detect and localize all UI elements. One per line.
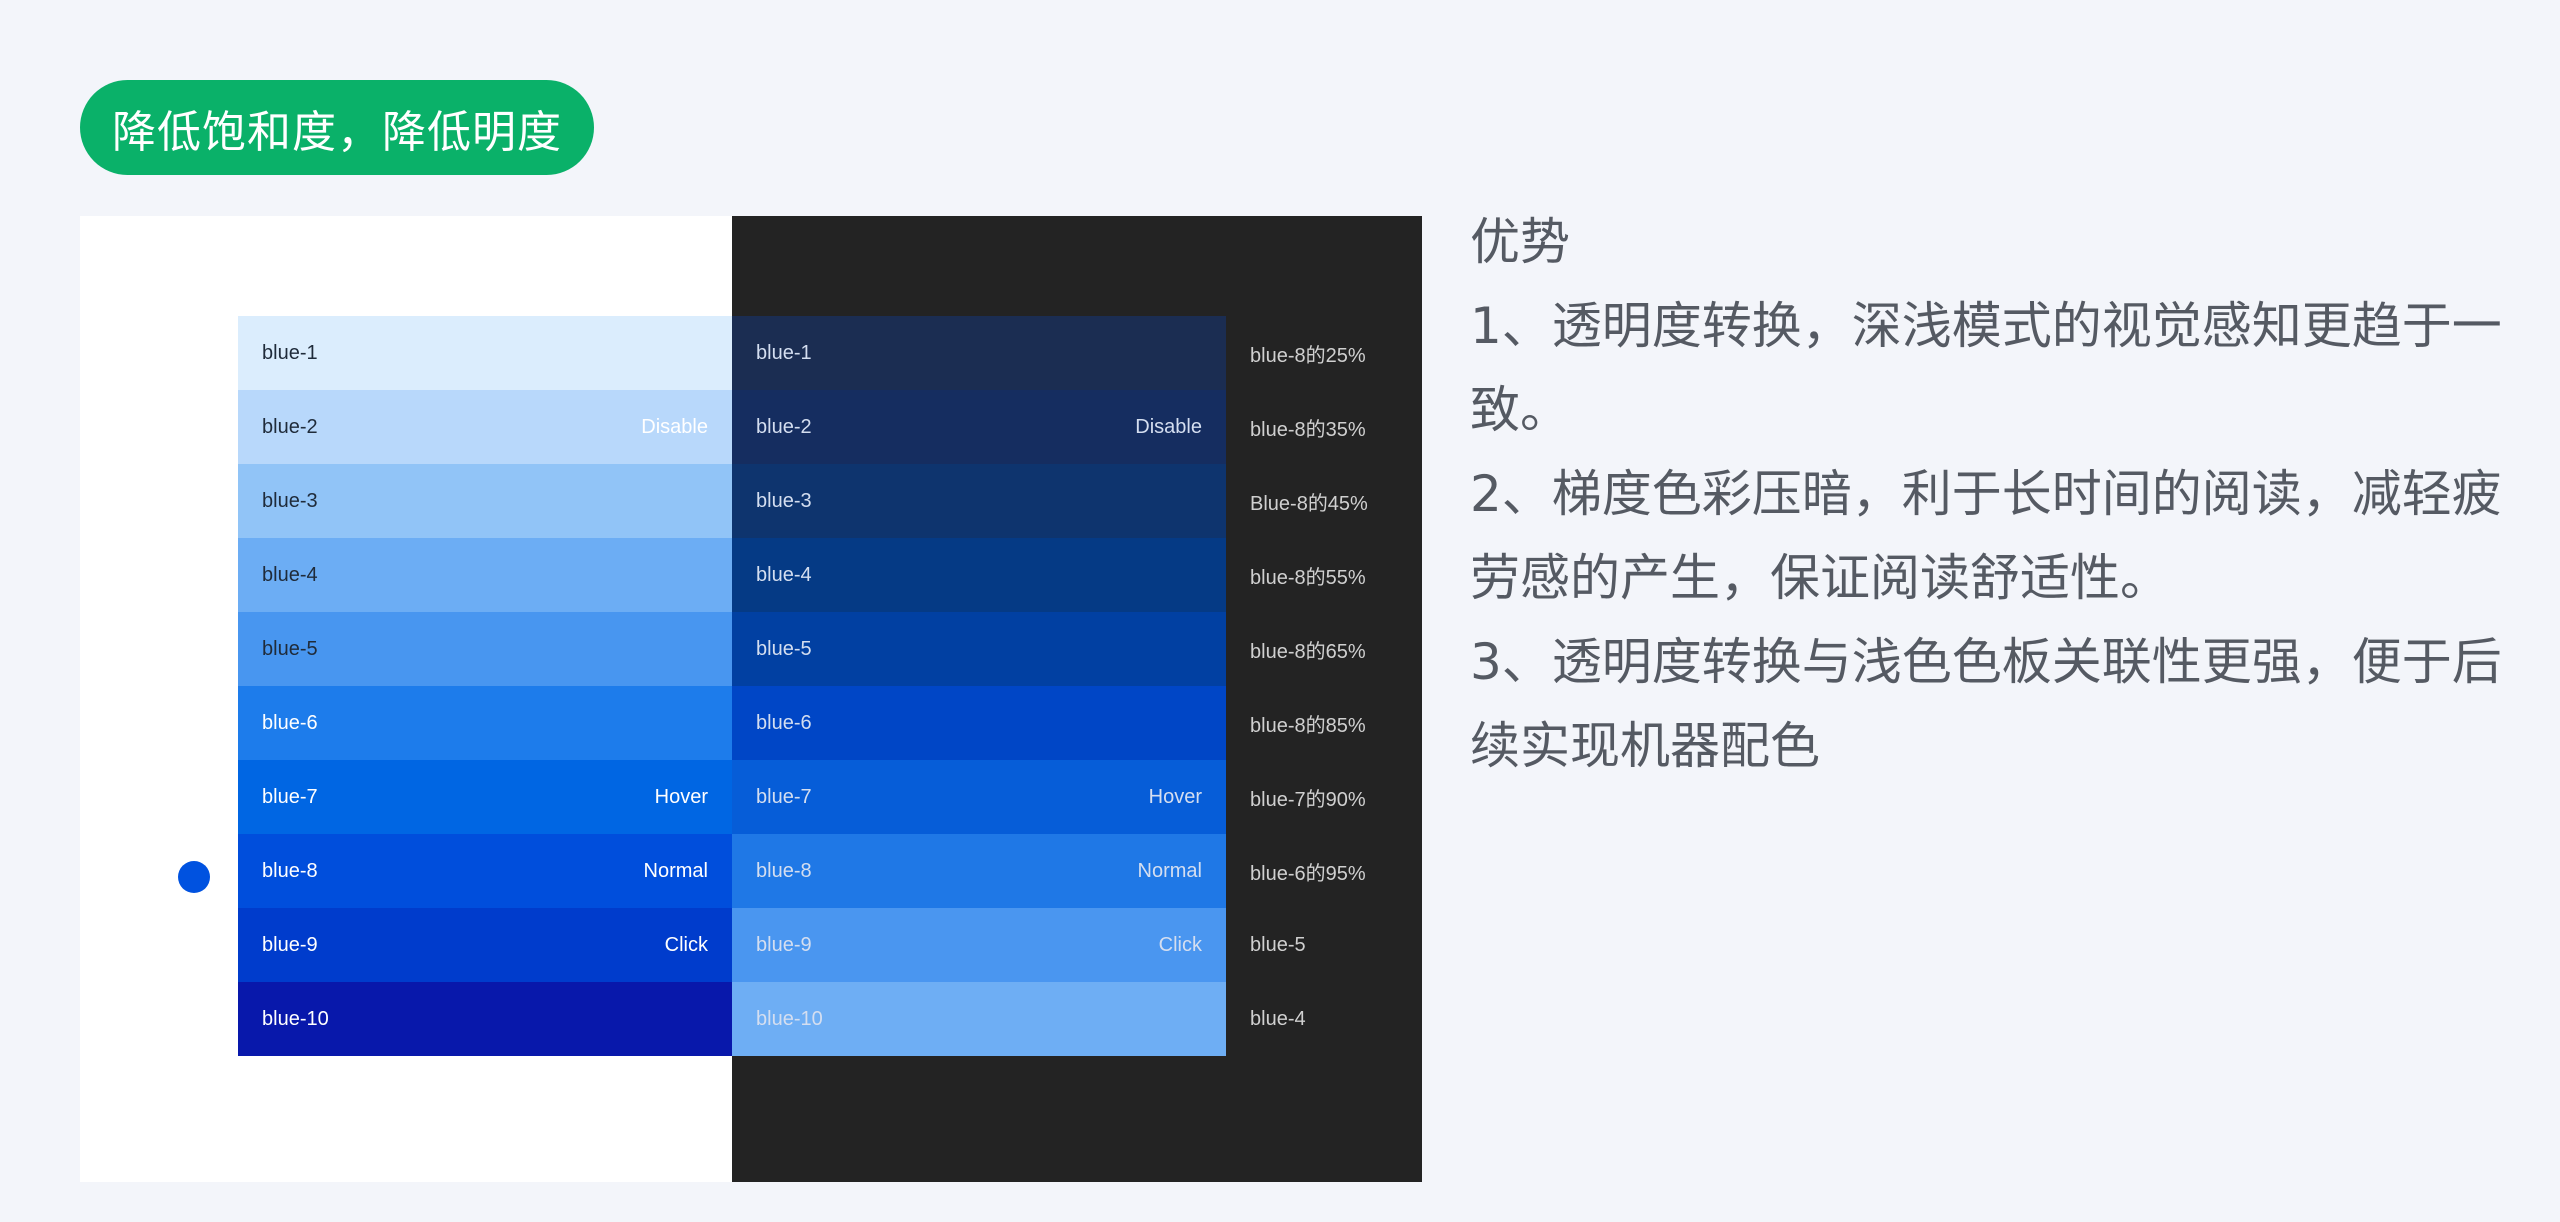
dark-swatch-state: Normal [1137, 859, 1202, 882]
dark-swatch-name: blue-10 [756, 1007, 823, 1030]
dark-swatch-9: blue-9 Click [732, 908, 1226, 982]
light-swatch-name: blue-3 [262, 489, 318, 512]
light-swatch-name: blue-6 [262, 711, 318, 734]
light-swatch-1: blue-1 [238, 316, 732, 390]
dark-swatch-name: blue-1 [756, 341, 812, 364]
dark-note-10: blue-4 [1250, 1007, 1306, 1030]
advantage-point-1: 1、透明度转换，深浅模式的视觉感知更趋于一致。 [1470, 297, 2502, 439]
light-swatch-name: blue-10 [262, 1007, 329, 1030]
dark-swatch-name: blue-3 [756, 489, 812, 512]
light-swatch-7: blue-7 Hover [238, 760, 732, 834]
light-swatch-name: blue-7 [262, 785, 318, 808]
dark-swatch-name: blue-7 [756, 785, 812, 808]
dark-swatch-6: blue-6 [732, 686, 1226, 760]
light-swatch-4: blue-4 [238, 538, 732, 612]
light-swatch-name: blue-5 [262, 637, 318, 660]
dark-swatch-name: blue-4 [756, 563, 812, 586]
dark-swatch-5: blue-5 [732, 612, 1226, 686]
dark-note-4: blue-8的55% [1250, 566, 1366, 589]
dark-swatch-state: Disable [1135, 415, 1202, 438]
dark-swatch-state: Click [1158, 933, 1202, 956]
advantage-point-2: 2、梯度色彩压暗，利于长时间的阅读，减轻疲劳感的产生，保证阅读舒适性。 [1470, 465, 2502, 607]
dark-note-6: blue-8的85% [1250, 714, 1366, 737]
light-swatch-state: Click [664, 933, 708, 956]
light-swatch-name: blue-8 [262, 859, 318, 882]
light-swatch-3: blue-3 [238, 464, 732, 538]
light-swatch-name: blue-2 [262, 415, 318, 438]
dark-note-1: blue-8的25% [1250, 344, 1366, 367]
dark-swatch-name: blue-5 [756, 637, 812, 660]
dark-swatch-state: Hover [1148, 785, 1202, 808]
section-badge: 降低饱和度，降低明度 [80, 80, 594, 175]
light-swatch-2: blue-2 Disable [238, 390, 732, 464]
dark-swatch-4: blue-4 [732, 538, 1226, 612]
light-palette: blue-1 blue-2 Disable blue-3 blue-4 blue-5 blu… [238, 316, 732, 1056]
dark-swatch-10: blue-10 [732, 982, 1226, 1056]
dark-palette: blue-1 blue-2 Disable blue-3 blue-4 blue-5 blu… [732, 316, 1226, 1056]
advantages-section: 优势 1、透明度转换，深浅模式的视觉感知更趋于一致。 2、梯度色彩压暗，利于长时… [1470, 200, 2530, 788]
light-swatch-name: blue-9 [262, 933, 318, 956]
dark-note-8: blue-6的95% [1250, 862, 1366, 885]
light-swatch-name: blue-1 [262, 341, 318, 364]
light-swatch-6: blue-6 [238, 686, 732, 760]
dark-swatch-8: blue-8 Normal [732, 834, 1226, 908]
light-swatch-state: Normal [643, 859, 708, 882]
light-swatch-8: blue-8 Normal [238, 834, 732, 908]
dark-swatch-3: blue-3 [732, 464, 1226, 538]
dark-note-9: blue-5 [1250, 933, 1306, 956]
light-swatch-10: blue-10 [238, 982, 732, 1056]
dark-swatch-2: blue-2 Disable [732, 390, 1226, 464]
dark-palette-notes: blue-8的25% blue-8的35% Blue-8的45% blue-8的55%… [1250, 316, 1415, 1056]
dark-note-2: blue-8的35% [1250, 418, 1366, 441]
dark-note-3: Blue-8的45% [1250, 492, 1368, 515]
dark-swatch-name: blue-6 [756, 711, 812, 734]
light-swatch-5: blue-5 [238, 612, 732, 686]
dark-note-7: blue-7的90% [1250, 788, 1366, 811]
dark-note-5: blue-8的65% [1250, 640, 1366, 663]
advantages-title: 优势 [1470, 213, 1570, 271]
light-swatch-name: blue-4 [262, 563, 318, 586]
dark-swatch-name: blue-2 [756, 415, 812, 438]
primary-color-marker [178, 861, 210, 893]
dark-swatch-name: blue-9 [756, 933, 812, 956]
dark-swatch-1: blue-1 [732, 316, 1226, 390]
light-swatch-state: Hover [654, 785, 708, 808]
light-swatch-9: blue-9 Click [238, 908, 732, 982]
dark-swatch-7: blue-7 Hover [732, 760, 1226, 834]
advantage-point-3: 3、透明度转换与浅色色板关联性更强，便于后续实现机器配色 [1470, 633, 2502, 775]
light-swatch-state: Disable [641, 415, 708, 438]
dark-swatch-name: blue-8 [756, 859, 812, 882]
